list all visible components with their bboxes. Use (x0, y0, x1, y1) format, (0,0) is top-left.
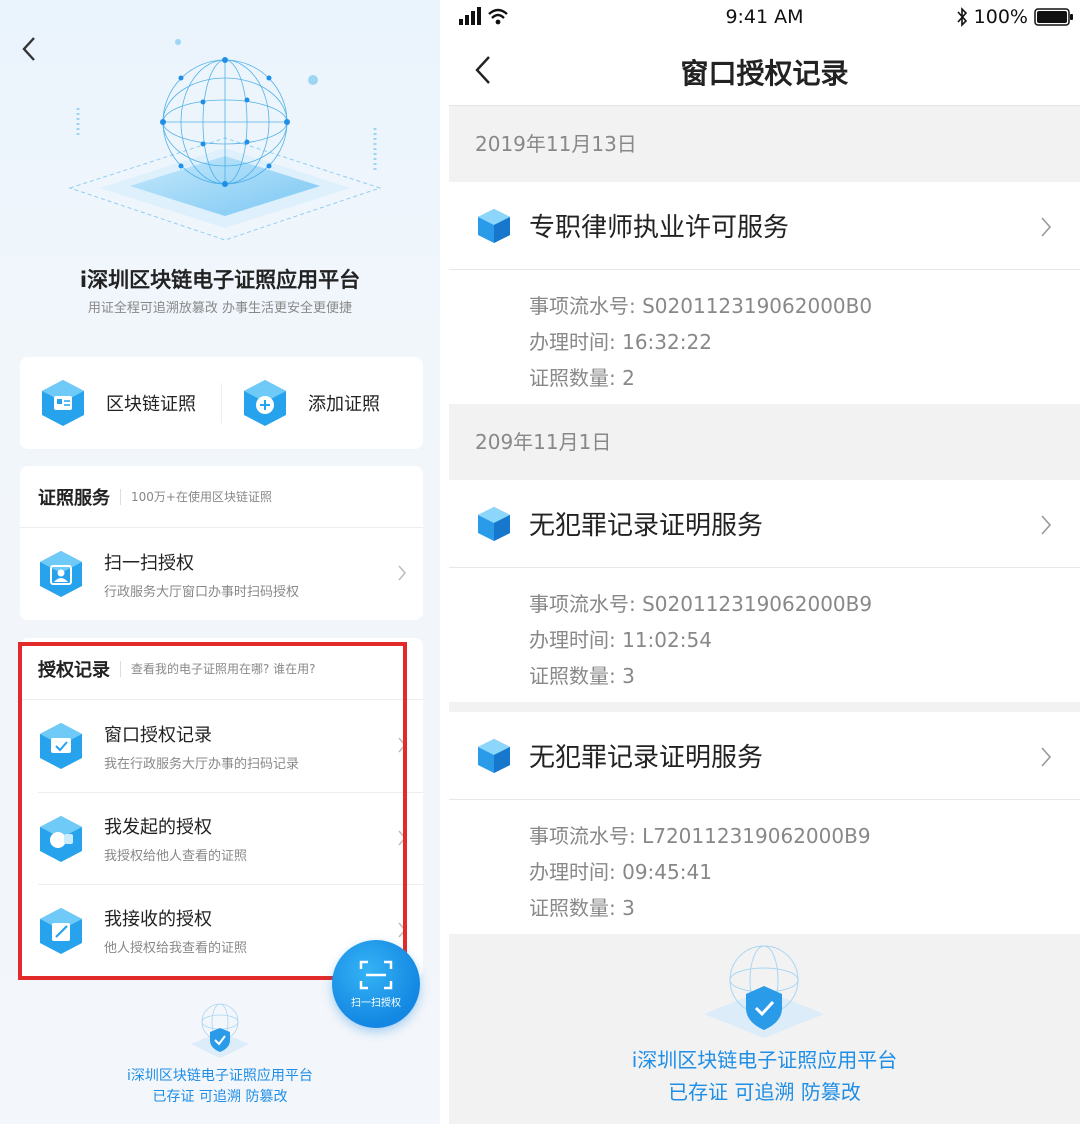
hero-title: i深圳区块链电子证照应用平台 (79, 268, 361, 292)
left-screen: i深圳区块链电子证照应用平台 用证全程可追溯放篡改 办事生活更安全更便捷 区块链… (0, 0, 440, 1124)
blockchain-license-label: 区块链证照 (106, 394, 196, 415)
record-count: 证照数量: 3 (529, 896, 635, 920)
cube-icon (478, 208, 510, 243)
blockchain-globe-illustration (68, 39, 382, 241)
left-footer-line2: 已存证 可追溯 防篡改 (152, 1089, 288, 1105)
date-header: 2019年11月13日 (475, 132, 637, 156)
battery-area: 100% (956, 6, 1074, 28)
scan-authorize-title: 扫一扫授权 (104, 552, 194, 574)
add-license-button[interactable]: 添加证照 (221, 380, 423, 426)
scan-authorize-subtitle: 行政服务大厅窗口办事时扫码授权 (104, 584, 300, 600)
scan-user-icon (40, 551, 82, 597)
date-header: 209年11月1日 (475, 430, 612, 454)
record-header[interactable]: 专职律师执业许可服务 (449, 182, 1080, 270)
record-service-name: 专职律师执业许可服务 (529, 213, 790, 243)
record-details: 事项流水号: S020112319062000B9 办理时间: 11:02:54… (449, 568, 1080, 694)
right-footer-line2: 已存证 可追溯 防篡改 (668, 1080, 861, 1104)
right-screen: 9:41 AM 100% 窗口授权记录 2019年11月13日 专职律师执业许可… (449, 0, 1080, 1124)
add-license-label: 添加证照 (308, 394, 380, 415)
cube-icon (478, 506, 510, 541)
record-card[interactable]: 无犯罪记录证明服务 事项流水号: S020112319062000B9 办理时间… (449, 480, 1080, 702)
divider (120, 488, 121, 505)
battery-icon (1034, 8, 1073, 26)
nav-bar: 窗口授权记录 (449, 36, 1080, 106)
add-license-icon (244, 380, 286, 426)
back-arrow-icon[interactable] (18, 34, 42, 64)
chevron-right-icon (398, 565, 406, 581)
license-service-desc: 100万+在使用区块链证照 (131, 490, 272, 504)
record-count: 证照数量: 3 (529, 664, 635, 688)
page-title: 窗口授权记录 (680, 57, 849, 90)
shield-globe-icon (704, 945, 824, 1038)
left-footer: i深圳区块链电子证照应用平台 已存证 可追溯 防篡改 (0, 1000, 440, 1108)
license-service-card: 证照服务 100万+在使用区块链证照 扫一扫授权 行政服务大厅窗口办事时扫码授权 (20, 466, 423, 620)
record-serial: 事项流水号: S020112319062000B0 (529, 294, 873, 318)
record-time: 办理时间: 09:45:41 (529, 860, 712, 884)
bluetooth-icon (957, 7, 967, 27)
chevron-right-icon (1041, 515, 1052, 535)
chevron-right-icon (1041, 217, 1052, 237)
license-service-heading: 证照服务 (38, 487, 110, 509)
scan-icon (359, 960, 393, 989)
record-service-name: 无犯罪记录证明服务 (529, 511, 764, 541)
chevron-right-icon (1041, 747, 1052, 767)
blockchain-license-button[interactable]: 区块链证照 (20, 357, 221, 449)
record-card[interactable]: 无犯罪记录证明服务 事项流水号: L720112319062000B9 办理时间… (449, 712, 1080, 934)
record-details: 事项流水号: S020112319062000B0 办理时间: 16:32:22… (449, 270, 1080, 396)
record-header[interactable]: 无犯罪记录证明服务 (449, 480, 1080, 568)
battery-percent: 100% (973, 6, 1028, 28)
record-time: 办理时间: 11:02:54 (529, 628, 712, 652)
quick-actions-card: 区块链证照 添加证照 (20, 357, 423, 449)
license-service-header: 证照服务 100万+在使用区块链证照 (20, 466, 423, 528)
record-time: 办理时间: 16:32:22 (529, 330, 712, 354)
record-header[interactable]: 无犯罪记录证明服务 (449, 712, 1080, 800)
record-serial: 事项流水号: L720112319062000B9 (529, 824, 871, 848)
record-details: 事项流水号: L720112319062000B9 办理时间: 09:45:41… (449, 800, 1080, 926)
record-count: 证照数量: 2 (529, 366, 635, 390)
right-footer-line1: i深圳区块链电子证照应用平台 (631, 1048, 898, 1072)
record-serial: 事项流水号: S020112319062000B9 (529, 592, 873, 616)
scan-authorize-item[interactable]: 扫一扫授权 行政服务大厅窗口办事时扫码授权 (20, 528, 423, 620)
status-bar: 9:41 AM 100% (449, 0, 1080, 36)
record-service-name: 无犯罪记录证明服务 (529, 743, 764, 773)
right-footer: i深圳区块链电子证照应用平台 已存证 可追溯 防篡改 (449, 934, 1080, 1124)
blockchain-license-icon (42, 380, 84, 426)
hero-subtitle: 用证全程可追溯放篡改 办事生活更安全更便捷 (87, 301, 353, 316)
record-card[interactable]: 专职律师执业许可服务 事项流水号: S020112319062000B0 办理时… (449, 182, 1080, 404)
cube-icon (478, 738, 510, 773)
shield-globe-icon (191, 1003, 249, 1058)
left-footer-line1: i深圳区块链电子证照应用平台 (127, 1068, 313, 1084)
highlight-box (18, 642, 407, 980)
